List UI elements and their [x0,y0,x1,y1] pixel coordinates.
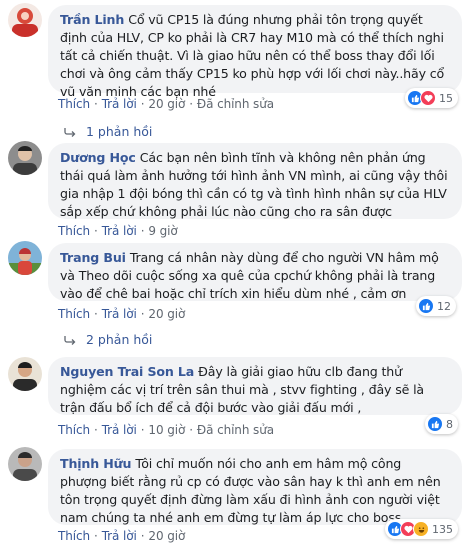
reaction-summary[interactable]: 12 [416,296,456,316]
like-icon [427,416,443,432]
reply-arrow-icon [64,335,76,345]
comment-time[interactable]: 10 giờ [148,423,185,437]
comment-time[interactable]: 20 giờ [148,97,185,111]
reaction-summary[interactable]: 15 [405,88,458,108]
view-replies[interactable]: 2 phản hồi [64,332,152,347]
avatar[interactable] [8,3,42,37]
like-link[interactable]: Thích [58,307,90,321]
reply-link[interactable]: Trả lời [102,224,137,238]
like-link[interactable]: Thích [58,97,90,111]
avatar[interactable] [8,357,42,391]
reaction-count: 8 [446,417,453,431]
like-icon [418,298,434,314]
reply-link[interactable]: Trả lời [102,97,137,111]
reaction-summary[interactable]: 8 [425,414,458,434]
comment-bubble: Nguyen Trai Son La Đây là giải giao hữu c… [48,357,462,415]
comment-bubble: Dương Học Các bạn nên bình tĩnh và không … [48,143,462,219]
avatar[interactable] [8,141,42,175]
reaction-count: 135 [432,522,453,536]
like-link[interactable]: Thích [58,423,90,437]
comment-actions: Thích · Trả lời · 9 giờ [58,224,178,238]
like-link[interactable]: Thích [58,529,90,543]
comment-author[interactable]: Nguyen Trai Son La [60,364,194,379]
comment-bubble: Trần Linh Cổ vũ CP15 là đúng nhưng phải t… [48,5,462,99]
avatar[interactable] [8,447,42,481]
reply-arrow-icon [64,127,76,137]
comment-author[interactable]: Dương Học [60,150,136,165]
comment-actions: Thích · Trả lời · 10 giờ · Đã chỉnh sửa [58,423,274,437]
comment-author[interactable]: Trang Bui [60,250,126,265]
love-icon [420,90,436,106]
edited-label: Đã chỉnh sửa [196,97,274,111]
comment-actions: Thích · Trả lời · 20 giờ [58,307,186,321]
reaction-count: 12 [437,299,451,313]
reply-link[interactable]: Trả lời [102,423,137,437]
reply-link[interactable]: Trả lời [102,529,137,543]
replies-count[interactable]: 1 phản hồi [86,124,152,139]
comment-author[interactable]: Thịnh Hữu [60,456,131,471]
haha-icon [413,521,429,537]
like-link[interactable]: Thích [58,224,90,238]
comment-actions: Thích · Trả lời · 20 giờ [58,529,186,543]
comment-time[interactable]: 20 giờ [148,529,185,543]
comment-author[interactable]: Trần Linh [60,12,124,27]
comment-bubble: Thịnh Hữu Tôi chỉ muốn nói cho anh em hâm… [48,449,462,525]
replies-count[interactable]: 2 phản hồi [86,332,152,347]
comment-time[interactable]: 20 giờ [148,307,185,321]
edited-label: Đã chỉnh sửa [196,423,274,437]
reaction-summary[interactable]: 135 [385,519,458,539]
comment-time[interactable]: 9 giờ [148,224,177,238]
comment-bubble: Trang Bui Trang cá nhân này dùng để cho n… [48,243,462,301]
avatar[interactable] [8,241,42,275]
reply-link[interactable]: Trả lời [102,307,137,321]
view-replies[interactable]: 1 phản hồi [64,124,152,139]
reaction-count: 15 [439,91,453,105]
comment-actions: Thích · Trả lời · 20 giờ · Đã chỉnh sửa [58,97,274,111]
